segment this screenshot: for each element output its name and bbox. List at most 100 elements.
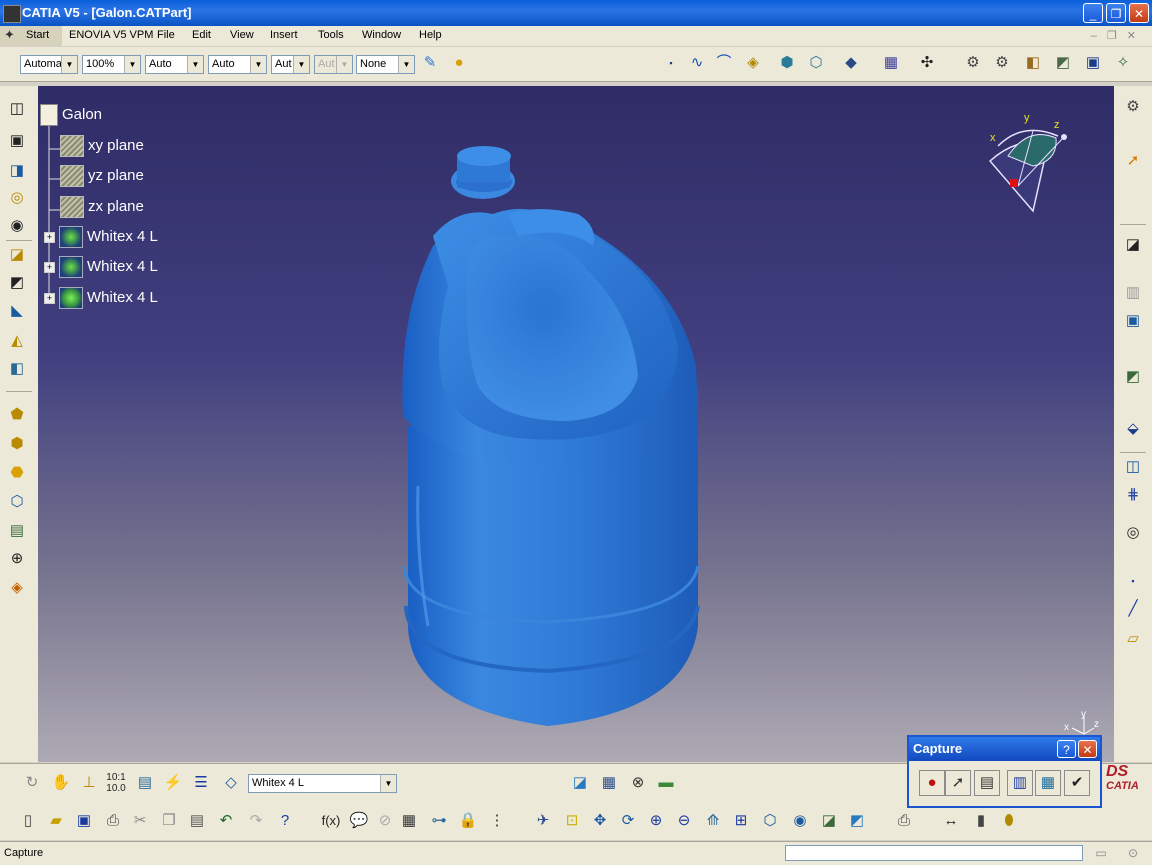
user-pattern-icon[interactable]: ⋕: [1122, 484, 1144, 506]
galon-bottle[interactable]: [402, 146, 700, 726]
gear-icon[interactable]: ⚙: [962, 52, 984, 74]
image-icon[interactable]: ▦: [598, 772, 620, 794]
new-document-icon[interactable]: ▯: [17, 810, 39, 832]
shaft-icon[interactable]: ◎: [6, 187, 28, 209]
reference-icon[interactable]: ⊕: [6, 548, 28, 570]
measure-item-icon[interactable]: ▮: [970, 810, 992, 832]
expand-plus-icon[interactable]: +: [44, 292, 55, 304]
menu-enovia[interactable]: ENOVIA V5 VPM: [69, 29, 153, 41]
copy-icon[interactable]: ❐: [158, 810, 180, 832]
measure-icon[interactable]: ✣: [916, 52, 938, 74]
measure-between-icon[interactable]: ↔: [940, 810, 962, 832]
tree-item-body-1[interactable]: + Whitex 4 L: [44, 226, 158, 248]
comment-icon[interactable]: 💬: [348, 810, 370, 832]
fly-mode-icon[interactable]: ✈: [532, 810, 554, 832]
capture-close-button[interactable]: ✕: [1078, 740, 1097, 758]
sketch-icon[interactable]: ◈: [742, 52, 764, 74]
zoom-in-icon[interactable]: ⊕: [645, 810, 667, 832]
image-capture-icon[interactable]: ▦: [1035, 770, 1061, 796]
properties-icon[interactable]: ●: [448, 52, 470, 74]
fit-all-icon[interactable]: ⊡: [561, 810, 583, 832]
painter-icon[interactable]: ✎: [419, 52, 441, 74]
hierarchy-icon[interactable]: ⊶: [428, 810, 450, 832]
list-icon[interactable]: ☰: [190, 772, 212, 794]
mdi-window-buttons[interactable]: –❐✕: [1091, 29, 1146, 42]
pattern-icon[interactable]: ◫: [1122, 456, 1144, 478]
open-folder-icon[interactable]: ▰: [45, 810, 67, 832]
scene-icon[interactable]: ◩: [1052, 52, 1074, 74]
shell-icon[interactable]: ◧: [6, 358, 28, 380]
panel-icon[interactable]: ▭: [1090, 842, 1112, 864]
spline-icon[interactable]: ∿: [686, 52, 708, 74]
material-icon[interactable]: ▬: [655, 772, 677, 794]
normal-view-icon[interactable]: ⟰: [702, 810, 724, 832]
update-icon[interactable]: ◪: [1122, 234, 1144, 256]
select-mode-icon[interactable]: ➚: [945, 770, 971, 796]
lock-icon[interactable]: 🔒: [457, 810, 479, 832]
undo-icon[interactable]: ↶: [215, 810, 237, 832]
tree-item-body-2[interactable]: + Whitex 4 L: [44, 256, 158, 278]
3d-viewport[interactable]: Galon xy plane yz plane zx plane + Whitex…: [38, 86, 1114, 762]
slot-icon[interactable]: ◩: [6, 272, 28, 294]
rib-icon[interactable]: ◪: [6, 244, 28, 266]
print-setup-icon[interactable]: ⎙: [893, 810, 915, 832]
refresh-icon[interactable]: ↻: [21, 772, 43, 794]
body-icon[interactable]: ▣: [1122, 310, 1144, 332]
point-type-combo[interactable]: Aut ▼: [271, 55, 310, 74]
capture-help-button[interactable]: ?: [1057, 740, 1076, 758]
transparency-combo[interactable]: 100% ▼: [82, 55, 141, 74]
sew-surface-icon[interactable]: ⬡: [6, 491, 28, 513]
tree-item-yz-plane[interactable]: yz plane: [60, 165, 144, 187]
expand-plus-icon[interactable]: +: [44, 261, 55, 273]
axis-icon[interactable]: ⊥: [78, 772, 100, 794]
menu-file[interactable]: File: [157, 29, 175, 41]
menu-help[interactable]: Help: [419, 29, 442, 41]
tree-item-zx-plane[interactable]: zx plane: [60, 196, 144, 218]
split-icon[interactable]: ⬟: [6, 404, 28, 426]
scale-icon[interactable]: 10:1 10.0: [105, 772, 127, 794]
whats-this-icon[interactable]: ?: [274, 810, 296, 832]
axis-system-icon[interactable]: ◎: [1122, 522, 1144, 544]
knowledge-icon[interactable]: ✧: [1112, 52, 1134, 74]
menu-window[interactable]: Window: [362, 29, 401, 41]
dropdown-arrow-icon[interactable]: ▼: [398, 56, 414, 73]
catia-app-icon[interactable]: [3, 5, 21, 23]
minimize-button[interactable]: _: [1083, 3, 1103, 23]
transform-icon[interactable]: ▤: [6, 520, 28, 542]
tree-expand-icon[interactable]: ⋮: [486, 810, 508, 832]
paste-icon[interactable]: ▤: [186, 810, 208, 832]
constraint-icon[interactable]: ⬙: [1122, 418, 1144, 440]
texture-icon[interactable]: ⊗: [627, 772, 649, 794]
pad-icon[interactable]: ▣: [6, 130, 28, 152]
fillet-icon[interactable]: ◣: [6, 300, 28, 322]
capture-options-icon[interactable]: ▤: [974, 770, 1000, 796]
menu-edit[interactable]: Edit: [192, 29, 211, 41]
analysis-icon[interactable]: ◆: [840, 52, 862, 74]
swap-space-icon[interactable]: ◩: [846, 810, 868, 832]
video-capture-icon[interactable]: ✔: [1064, 770, 1090, 796]
save-icon[interactable]: ▣: [73, 810, 95, 832]
point-icon[interactable]: ▪: [660, 52, 682, 74]
restore-button[interactable]: ❐: [1106, 3, 1126, 23]
print-icon[interactable]: ⎙: [102, 810, 124, 832]
tree-item-body-3[interactable]: + Whitex 4 L: [44, 287, 158, 309]
section-icon[interactable]: ⚡: [162, 772, 184, 794]
tree-item-xy-plane[interactable]: xy plane: [60, 135, 144, 157]
zoom-out-icon[interactable]: ⊖: [673, 810, 695, 832]
catalog-icon[interactable]: ▣: [1082, 52, 1104, 74]
pan-icon[interactable]: ✥: [589, 810, 611, 832]
point-ref-icon[interactable]: ▪: [1122, 570, 1144, 592]
command-input[interactable]: [785, 845, 1083, 861]
album-icon[interactable]: ▥: [1007, 770, 1033, 796]
layer-combo[interactable]: None ▼: [356, 55, 415, 74]
dropdown-arrow-icon[interactable]: ▼: [250, 56, 266, 73]
select-arrow-icon[interactable]: ➚: [1122, 150, 1144, 172]
work-object-combo[interactable]: Whitex 4 L ▼: [248, 774, 397, 793]
catalog-browser-icon[interactable]: ◪: [569, 772, 591, 794]
shape-design-icon[interactable]: ⬡: [805, 52, 827, 74]
work-object-icon[interactable]: ◇: [220, 772, 242, 794]
inertia-icon[interactable]: ⬮: [998, 810, 1020, 832]
hole-icon[interactable]: ◉: [6, 215, 28, 237]
render-icon[interactable]: ◧: [1022, 52, 1044, 74]
draft-icon[interactable]: ◭: [6, 330, 28, 352]
